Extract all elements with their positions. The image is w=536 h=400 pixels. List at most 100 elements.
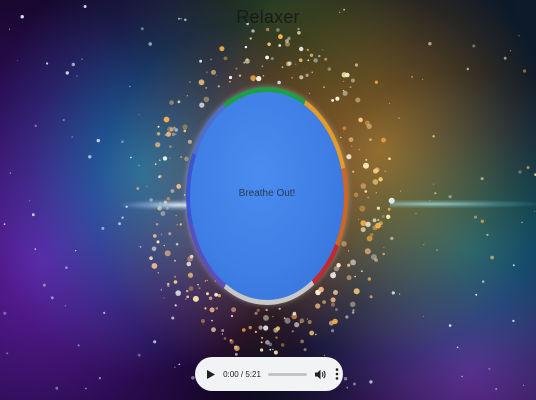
- star-particle: [81, 58, 83, 60]
- sparkle-particle: [176, 184, 182, 189]
- sparkle-particle: [208, 296, 213, 300]
- sparkle-particle: [154, 163, 157, 166]
- star-particle: [474, 215, 477, 219]
- star-particle: [178, 363, 181, 366]
- sparkle-particle: [215, 307, 219, 310]
- star-particle: [121, 140, 124, 143]
- sparkle-particle: [261, 336, 264, 339]
- sparkle-particle: [275, 336, 278, 339]
- star-particle: [381, 214, 385, 219]
- star-particle: [251, 29, 255, 33]
- star-particle: [398, 117, 400, 120]
- sparkle-particle: [348, 137, 354, 143]
- sparkle-particle: [273, 350, 278, 355]
- sparkle-particle: [175, 133, 177, 135]
- sparkle-particle: [206, 279, 208, 282]
- audio-seek-bar[interactable]: [267, 372, 308, 376]
- sparkle-particle: [164, 134, 167, 136]
- sparkle-particle: [180, 156, 183, 159]
- volume-button[interactable]: [314, 366, 328, 382]
- sparkle-particle: [176, 224, 178, 226]
- star-particle: [335, 308, 338, 311]
- sparkle-particle: [299, 321, 302, 324]
- star-particle: [34, 124, 37, 127]
- star-particle: [346, 386, 349, 389]
- sparkle-particle: [204, 280, 207, 282]
- sparkle-particle: [175, 242, 179, 246]
- star-particle: [436, 249, 439, 251]
- sparkle-particle: [155, 142, 161, 148]
- star-particle: [432, 135, 435, 138]
- sparkle-particle: [350, 259, 356, 266]
- sparkle-particle: [285, 39, 289, 43]
- star-particle: [174, 366, 176, 368]
- sparkle-particle: [360, 183, 367, 189]
- star-particle: [472, 44, 476, 48]
- sparkle-particle: [342, 90, 348, 96]
- sparkle-particle: [244, 58, 250, 64]
- star-particle: [55, 386, 59, 390]
- sparkle-particle: [217, 294, 221, 298]
- star-particle: [148, 42, 152, 46]
- sparkle-particle: [324, 57, 328, 61]
- star-particle: [428, 42, 432, 46]
- star-particle: [354, 63, 359, 67]
- sparkle-particle: [258, 325, 263, 330]
- sparkle-particle: [346, 275, 352, 281]
- star-particle: [382, 252, 385, 256]
- sparkle-particle: [315, 303, 321, 309]
- star-particle: [482, 280, 485, 283]
- sparkle-particle: [281, 66, 284, 68]
- star-particle: [391, 291, 395, 295]
- star-particle: [76, 75, 78, 77]
- sparkle-particle: [360, 227, 366, 233]
- sparkle-particle: [275, 326, 280, 331]
- star-particle: [434, 192, 437, 195]
- sparkle-particle: [281, 343, 285, 347]
- star-particle: [174, 128, 178, 132]
- star-particle: [495, 388, 498, 390]
- sparkle-particle: [151, 263, 158, 269]
- star-particle: [34, 248, 37, 250]
- star-particle: [512, 264, 515, 267]
- relaxer-page: Relaxer Breathe Out! 0:00 / 5:21: [0, 0, 536, 400]
- star-particle: [103, 311, 106, 314]
- play-button[interactable]: [203, 365, 219, 383]
- star-particle: [522, 69, 527, 73]
- star-particle: [480, 177, 484, 181]
- sparkle-particle: [298, 58, 303, 62]
- star-particle: [318, 54, 321, 58]
- sparkle-particle: [254, 330, 257, 333]
- sparkle-particle: [262, 75, 265, 77]
- star-particle: [6, 352, 9, 355]
- sparkle-particle: [151, 246, 157, 252]
- sparkle-particle: [300, 339, 304, 344]
- sparkle-particle: [331, 302, 335, 307]
- sparkle-particle: [138, 164, 140, 167]
- sparkle-particle: [250, 75, 256, 81]
- sparkle-particle: [163, 244, 165, 247]
- sparkle-particle: [187, 256, 193, 262]
- star-particle: [352, 309, 355, 312]
- sparkle-particle: [186, 261, 192, 267]
- sparkle-particle: [352, 170, 355, 173]
- more-vertical-icon: [335, 368, 339, 380]
- sparkle-particle: [175, 290, 181, 296]
- sparkle-particle: [198, 79, 205, 86]
- sparkle-particle: [278, 34, 283, 40]
- sparkle-particle: [203, 96, 210, 103]
- sparkle-particle: [390, 236, 394, 241]
- sparkle-particle: [153, 234, 157, 238]
- star-particle: [448, 324, 452, 327]
- star-particle: [423, 244, 425, 246]
- sparkle-particle: [369, 138, 372, 141]
- sparkle-particle: [359, 205, 366, 212]
- play-icon: [207, 369, 216, 379]
- sparkle-particle: [188, 286, 194, 291]
- sparkle-particle: [367, 277, 371, 281]
- star-particle: [88, 155, 92, 159]
- sparkle-particle: [297, 31, 301, 35]
- more-options-button[interactable]: [331, 365, 344, 383]
- star-particle: [389, 102, 391, 104]
- sparkle-particle: [219, 46, 225, 52]
